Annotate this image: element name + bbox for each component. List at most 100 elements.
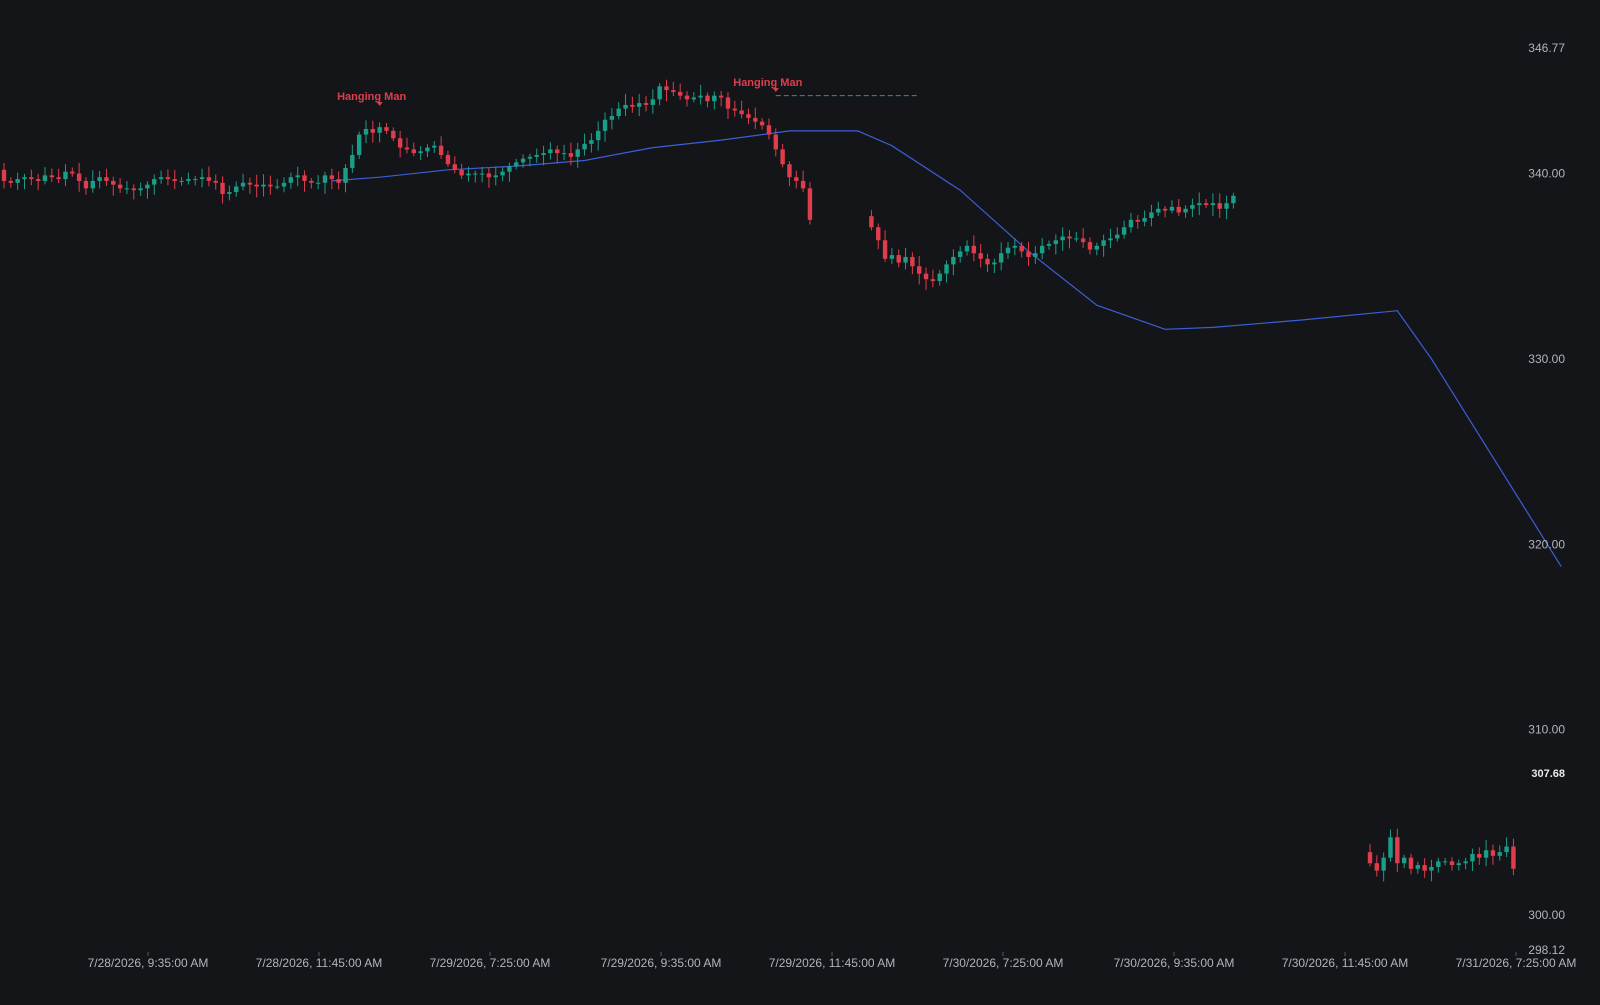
candle-body [1053,240,1059,244]
x-tick-label: 7/31/2026, 7:25:00 AM [1456,956,1577,970]
candle-body [712,95,717,102]
candle-body [466,173,471,176]
last-price-label: 307.68 [1531,768,1565,780]
candle-body [1442,861,1448,863]
candle-body [582,143,587,150]
candle-body [1149,212,1154,219]
candle-body [1176,206,1181,213]
y-tick-label: 330.00 [1528,352,1565,366]
candle-body [97,177,102,181]
candle-body [964,245,970,252]
candle-body [561,153,567,155]
candle-body [1108,238,1113,241]
candle-body [1005,247,1011,254]
candle-body [1183,208,1188,213]
candle-body [493,175,498,178]
candlestick-chart[interactable]: Hanging Man Hanging Man 346.77 340.00 330.0… [0,0,1600,1000]
candle-body [254,184,259,187]
candle-body [213,180,218,183]
candle-body [766,125,772,135]
candle-body [152,179,157,185]
candle-body [268,184,273,187]
x-tick-label: 7/28/2026, 11:45:00 AM [256,956,383,970]
candle-body [657,86,662,100]
candle-body [691,97,697,100]
candle-body [315,182,321,184]
x-tick-label: 7/28/2026, 9:35:00 AM [88,956,209,970]
y-tick-label: 300.00 [1528,908,1565,922]
candle-body [302,175,307,181]
candle-body [1231,195,1236,204]
candle-body [609,116,615,120]
candle-body [473,173,478,175]
candle-body [1395,837,1400,864]
candle-body [971,245,977,254]
candle-body [1483,850,1489,858]
candle-body [172,179,177,181]
candle-body [759,121,765,126]
candle-body [193,179,198,181]
candle-body [739,110,744,115]
candle-body [288,177,294,183]
candle-body [794,177,799,181]
candle-body [404,147,410,150]
candle-body [985,258,990,265]
candle-body [589,140,594,144]
candle-body [124,188,130,190]
candle-body [616,108,621,117]
candle-body [145,184,150,189]
candle-body [903,256,908,263]
candle-body [1135,219,1140,222]
candle-body [937,273,942,282]
candle-body [29,177,34,180]
candle-body [992,262,997,265]
pattern-annotation-label: Hanging Man [337,91,406,103]
candle-body [1463,861,1468,864]
candle-body [671,90,676,92]
candle-body [370,129,376,133]
candle-body [1381,857,1386,871]
candle-body [958,251,963,257]
candle-body [234,186,239,193]
candle-body [1511,846,1516,869]
candle-body [1101,240,1106,246]
candle-body [336,179,341,183]
candle-body [1190,205,1195,209]
candle-body [787,164,792,178]
chart-canvas[interactable]: Hanging Man Hanging Man 346.77 340.00 330.0… [0,0,1600,1000]
candle-body [753,117,758,122]
candle-body [520,158,526,163]
candle-body [869,216,874,228]
candle-body [275,186,280,188]
candle-body [732,108,738,111]
candle-body [1367,852,1373,864]
candle-body [281,182,287,187]
candle-body [876,227,881,241]
candle-body [705,95,710,102]
candle-body [548,149,553,154]
candle-body [8,180,14,183]
candle-body [746,114,751,118]
candle-body [923,273,929,280]
candle-body [1094,245,1099,250]
candle-body [486,173,492,178]
x-tick-label: 7/30/2026, 9:35:00 AM [1114,956,1235,970]
candle-body [1490,850,1496,856]
candle-body [1162,208,1168,211]
candle-body [698,95,703,98]
candle-body [1470,853,1475,862]
candle-body [896,255,901,263]
candle-body [951,256,956,265]
candle-body [930,279,936,282]
candle-body [199,177,205,180]
candle-body [1128,219,1134,228]
candle-body [452,164,457,170]
candle-body [35,179,41,181]
candle-body [1408,857,1414,869]
candle-body [432,145,437,148]
candle-body [343,167,348,183]
candle-body [780,149,785,165]
candle-body [22,177,27,180]
candle-body [117,184,123,189]
candle-body [1026,251,1031,257]
